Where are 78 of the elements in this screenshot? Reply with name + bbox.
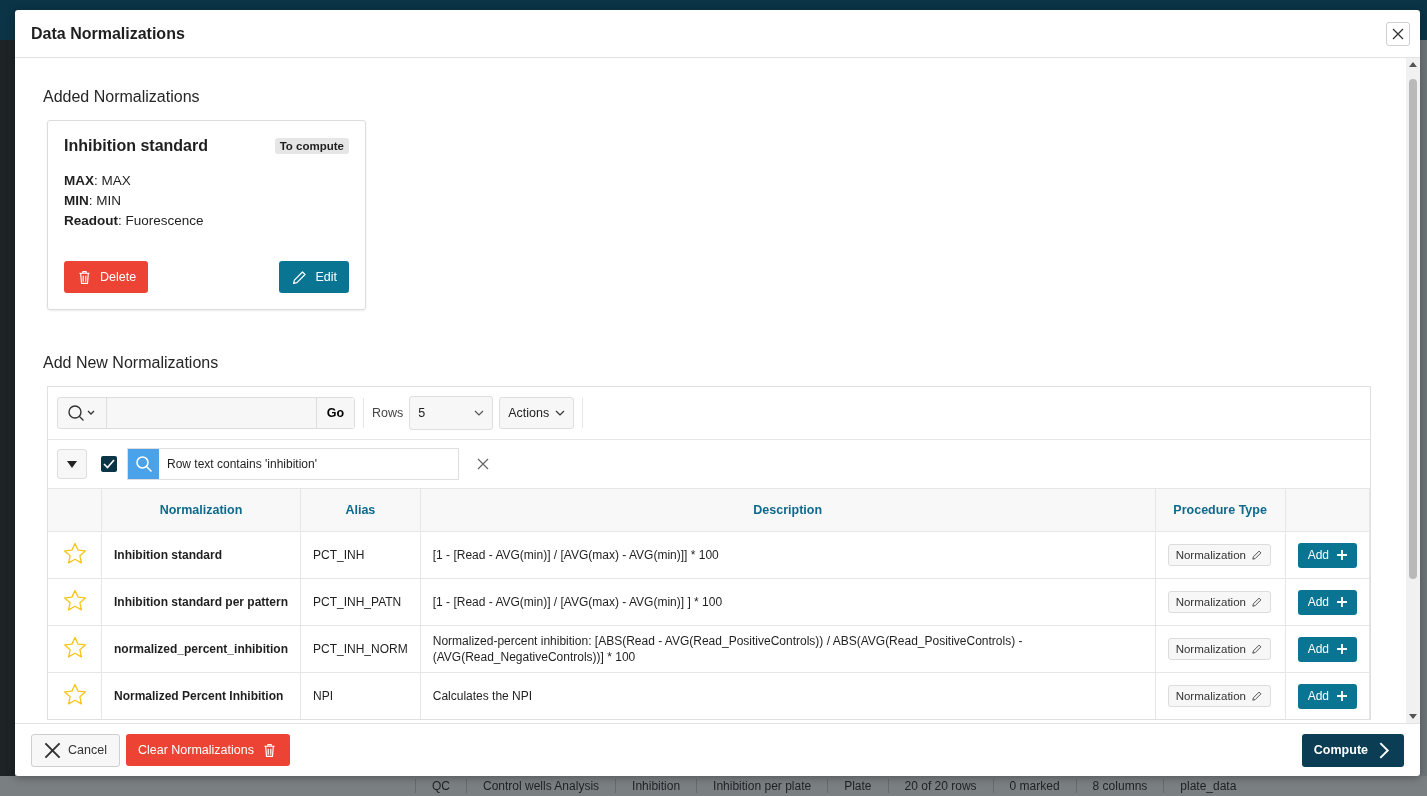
close-icon	[44, 741, 61, 759]
add-button[interactable]: Add	[1297, 542, 1357, 568]
table-cell: [1 - [Read - AVG(min)] / [AVG(max) - AVG(min)] ] * 100	[420, 578, 1156, 626]
plus-icon	[1337, 644, 1347, 654]
card-title: Inhibition standard	[64, 137, 208, 155]
table-cell: Calculates the NPI	[420, 672, 1156, 719]
procedure-type-tag[interactable]: Normalization	[1167, 591, 1271, 613]
table-cell: Normalized-percent inhibition: [ABS(Read - AVG(Read_PositiveControls)) / ABS(AVG(Read_PositiveControls) - (AVG(Read_NegativeControls))] * 100	[420, 625, 1156, 673]
status-item: 8 columns	[1075, 779, 1164, 793]
chevron-down-icon	[555, 410, 566, 416]
close-button[interactable]	[1386, 21, 1410, 46]
filter-checkbox[interactable]	[101, 456, 117, 472]
column-header[interactable]: Procedure Type	[1155, 489, 1286, 532]
table-cell: Normalized Percent Inhibition	[101, 672, 301, 719]
add-button[interactable]: Add	[1297, 636, 1357, 662]
status-item: plate_data	[1163, 779, 1253, 793]
procedure-type-tag[interactable]: Normalization	[1167, 685, 1271, 707]
close-icon	[1392, 27, 1404, 40]
star-icon[interactable]	[62, 635, 87, 659]
plus-icon	[1337, 691, 1347, 701]
table-cell: PCT_INH_NORM	[300, 625, 421, 673]
status-badge: To compute	[274, 138, 349, 154]
star-icon[interactable]	[62, 588, 87, 612]
status-item: 0 marked	[992, 779, 1076, 793]
card-field: Readout: Fuorescence	[64, 211, 349, 231]
scroll-up-icon[interactable]	[1409, 62, 1417, 67]
pencil-icon	[1250, 643, 1263, 655]
rows-select[interactable]: 5	[409, 396, 494, 430]
procedure-type-tag[interactable]: Normalization	[1167, 638, 1271, 660]
delete-button[interactable]: Delete	[64, 261, 149, 293]
cancel-button[interactable]: Cancel	[31, 733, 120, 767]
actions-button[interactable]: Actions	[499, 397, 575, 429]
section-heading: Added Normalizations	[43, 88, 201, 106]
expand-toggle[interactable]	[57, 449, 87, 479]
table-cell: normalized_percent_inhibition	[101, 625, 301, 673]
status-item: QC	[415, 779, 466, 793]
triangle-down-icon	[67, 460, 77, 468]
column-header[interactable]: Description	[420, 489, 1156, 532]
status-item: Inhibition per plate	[696, 779, 828, 793]
column-header[interactable]: Normalization	[101, 489, 301, 532]
compute-button[interactable]: Compute	[1301, 733, 1404, 767]
close-icon	[477, 458, 489, 470]
table-cell: Inhibition standard	[101, 531, 301, 579]
table-cell: Inhibition standard per pattern	[101, 578, 301, 626]
plus-icon	[1337, 597, 1347, 607]
rows-label: Rows	[372, 406, 404, 420]
status-item: Control wells Analysis	[466, 779, 616, 793]
star-icon[interactable]	[62, 541, 87, 565]
pencil-icon	[1250, 690, 1263, 702]
add-button[interactable]: Add	[1297, 589, 1357, 615]
remove-filter-button[interactable]	[477, 458, 489, 470]
star-icon[interactable]	[62, 682, 87, 706]
chevron-down-icon	[474, 410, 485, 416]
table-cell: NPI	[300, 672, 421, 719]
column-header[interactable]: Alias	[300, 489, 421, 532]
status-item: Inhibition	[615, 779, 697, 793]
dialog-title: Data Normalizations	[31, 24, 185, 43]
clear-button[interactable]: Clear Normalizations	[125, 734, 290, 766]
table-cell: PCT_INH	[300, 531, 421, 579]
table-cell: [1 - [Read - AVG(min)] / [AVG(max) - AVG(min)]] * 100	[420, 531, 1156, 579]
card-field: MAX: MAX	[64, 171, 349, 191]
status-item: 20 of 20 rows	[887, 779, 993, 793]
card-field: MIN: MIN	[64, 191, 349, 211]
plus-icon	[1337, 550, 1347, 560]
add-button[interactable]: Add	[1297, 683, 1357, 709]
search-icon	[134, 455, 153, 473]
scrollbar[interactable]	[1406, 58, 1420, 723]
edit-button[interactable]: Edit	[279, 261, 349, 293]
scroll-down-icon[interactable]	[1409, 714, 1417, 719]
pencil-icon	[1250, 549, 1263, 561]
filter-field[interactable]: Row text contains 'inhibition'	[127, 448, 459, 480]
procedure-type-tag[interactable]: Normalization	[1167, 544, 1271, 566]
status-item: Plate	[827, 779, 888, 793]
trash-icon	[76, 268, 93, 286]
pencil-icon	[1250, 596, 1263, 608]
section-heading: Add New Normalizations	[43, 354, 220, 372]
table-cell: PCT_INH_PATN	[300, 578, 421, 626]
pencil-icon	[291, 268, 309, 286]
